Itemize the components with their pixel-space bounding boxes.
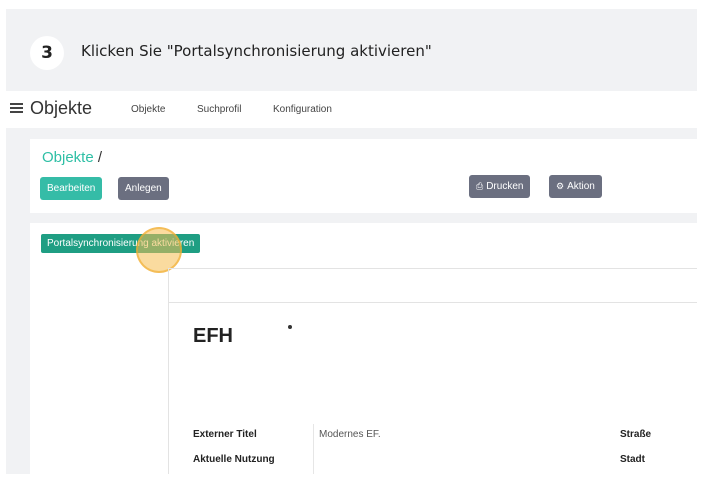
breadcrumb-separator: / — [97, 149, 103, 166]
breadcrumb-link-objekte[interactable]: Objekte — [42, 149, 94, 166]
redaction-dot — [288, 325, 292, 329]
nav-link-konfiguration[interactable]: Konfiguration — [273, 104, 332, 115]
print-button-label: Drucken — [486, 181, 524, 192]
action-button-label: Aktion — [567, 181, 595, 192]
app-brand: Objekte — [30, 98, 93, 118]
pane-divider — [169, 302, 697, 303]
edit-button[interactable]: Bearbeiten — [40, 177, 103, 200]
app-screenshot: Objekte Objekte Suchprofil Konfiguration… — [6, 91, 697, 474]
redacted-title-area — [235, 326, 325, 350]
create-button[interactable]: Anlegen — [118, 177, 169, 200]
breadcrumb: Objekte / — [42, 149, 102, 166]
create-button-label: Anlegen — [125, 183, 162, 194]
step-header: 3 Klicken Sie "Portalsynchronisierung ak… — [6, 9, 697, 89]
nav-link-suchprofil[interactable]: Suchprofil — [197, 104, 241, 115]
click-highlight-marker — [136, 227, 182, 273]
nav-link-objekte[interactable]: Objekte — [131, 104, 165, 115]
gear-icon: ⚙ — [556, 181, 565, 191]
print-button[interactable]: ⎙ Drucken — [469, 175, 531, 198]
printer-icon: ⎙ — [476, 181, 484, 191]
field-label-strasse: Straße — [620, 429, 652, 440]
field-label-externer-titel: Externer Titel — [193, 429, 257, 440]
field-value-externer-titel: Modernes EF. — [319, 429, 381, 440]
top-navbar: Objekte Objekte Suchprofil Konfiguration — [6, 91, 697, 128]
main-content-card: Portalsynchronisierung aktivieren EFH Ex… — [30, 223, 697, 474]
field-label-stadt: Stadt — [620, 454, 645, 465]
edit-button-label: Bearbeiten — [47, 183, 96, 194]
step-instruction: Klicken Sie "Portalsynchronisierung akti… — [81, 42, 432, 60]
hamburger-menu-icon[interactable] — [10, 101, 24, 115]
object-detail-pane: EFH Externer Titel Modernes EF. Aktuelle… — [168, 268, 697, 474]
tutorial-frame: 3 Klicken Sie "Portalsynchronisierung ak… — [6, 9, 697, 474]
field-label-aktuelle-nutzung: Aktuelle Nutzung — [193, 454, 275, 465]
object-title: EFH — [193, 325, 233, 347]
step-number-badge: 3 — [30, 36, 64, 70]
field-column-separator — [313, 424, 314, 474]
page-header-card: Objekte / Bearbeiten Anlegen ⎙ Drucken ⚙ A… — [30, 139, 697, 213]
action-button[interactable]: ⚙ Aktion — [549, 175, 602, 198]
